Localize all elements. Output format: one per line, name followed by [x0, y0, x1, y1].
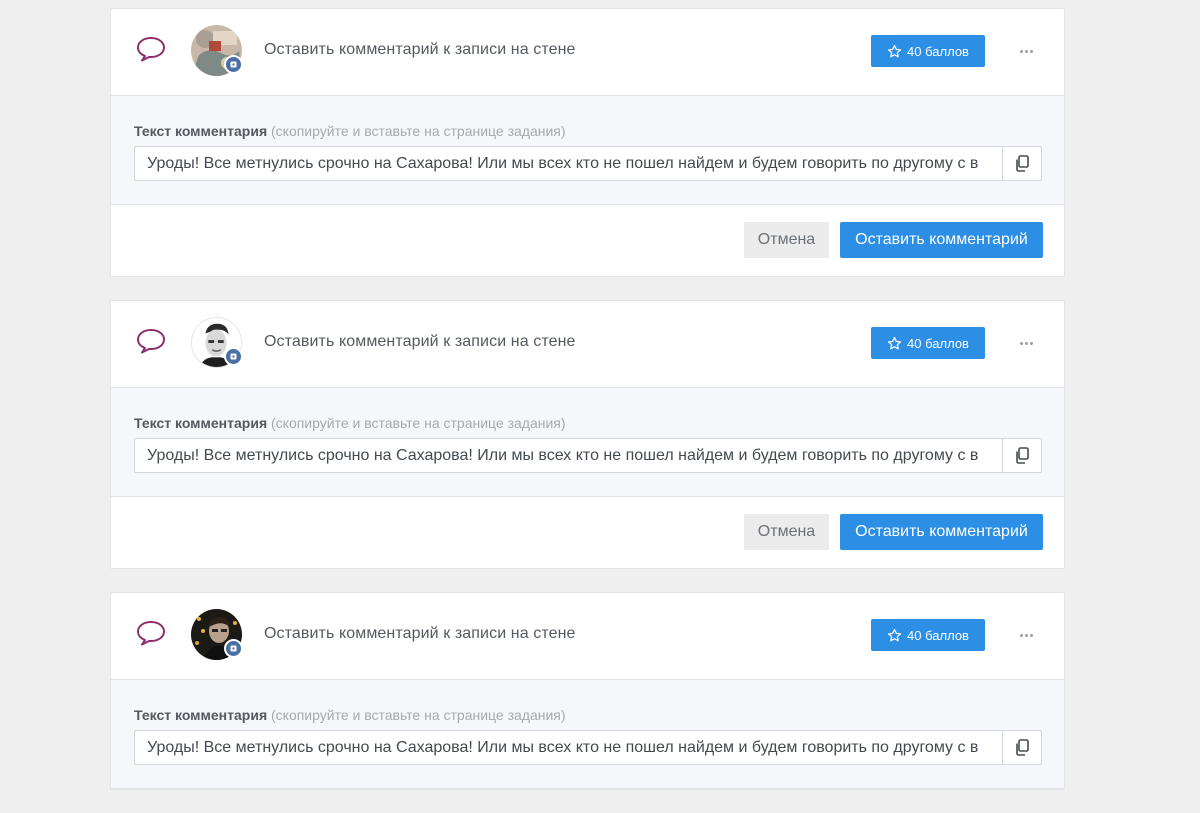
- task-title: Оставить комментарий к записи на стене: [264, 333, 576, 350]
- submit-comment-button[interactable]: Оставить комментарий: [840, 222, 1043, 258]
- points-label: 40 баллов: [907, 335, 969, 351]
- copy-button[interactable]: [1002, 731, 1041, 764]
- task-card: Оставить комментарий к записи на стене 4…: [110, 8, 1065, 277]
- comment-field-hint: (скопируйте и вставьте на странице задан…: [271, 415, 566, 431]
- more-options-icon[interactable]: [1016, 333, 1036, 353]
- card-header: Оставить комментарий к записи на стене 4…: [111, 9, 1064, 96]
- card-footer: Отмена Оставить комментарий: [111, 205, 1064, 276]
- comment-bubble-icon: [137, 329, 165, 354]
- task-title: Оставить комментарий к записи на стене: [264, 41, 576, 58]
- copy-button[interactable]: [1002, 439, 1041, 472]
- comment-section: Текст комментария (скопируйте и вставьте…: [111, 388, 1064, 497]
- comment-bubble-icon: [137, 621, 165, 646]
- comment-text-box: Уроды! Все метнулись срочно на Сахарова!…: [134, 146, 1042, 181]
- star-icon: [887, 336, 902, 349]
- cancel-button[interactable]: Отмена: [744, 222, 829, 258]
- copy-icon: [1016, 155, 1029, 172]
- comment-field-label: Текст комментария (скопируйте и вставьте…: [134, 415, 566, 431]
- star-icon: [887, 628, 902, 641]
- task-title: Оставить комментарий к записи на стене: [264, 625, 576, 642]
- comment-section: Текст комментария (скопируйте и вставьте…: [111, 96, 1064, 205]
- comment-field-label: Текст комментария (скопируйте и вставьте…: [134, 123, 566, 139]
- points-button[interactable]: 40 баллов: [871, 327, 985, 359]
- comment-text-box: Уроды! Все метнулись срочно на Сахарова!…: [134, 438, 1042, 473]
- comment-bubble-icon: [137, 37, 165, 62]
- comment-text-field[interactable]: Уроды! Все метнулись срочно на Сахарова!…: [135, 731, 1002, 764]
- points-label: 40 баллов: [907, 627, 969, 643]
- vk-badge-icon: [224, 639, 243, 658]
- copy-button[interactable]: [1002, 147, 1041, 180]
- comment-text-box: Уроды! Все метнулись срочно на Сахарова!…: [134, 730, 1042, 765]
- copy-icon: [1016, 739, 1029, 756]
- comment-text-field[interactable]: Уроды! Все метнулись срочно на Сахарова!…: [135, 147, 1002, 180]
- author-avatar[interactable]: [191, 317, 243, 368]
- more-options-icon[interactable]: [1016, 41, 1036, 61]
- points-button[interactable]: 40 баллов: [871, 619, 985, 651]
- comment-field-title: Текст комментария: [134, 415, 268, 431]
- comment-field-title: Текст комментария: [134, 707, 268, 723]
- comment-field-hint: (скопируйте и вставьте на странице задан…: [271, 123, 566, 139]
- task-feed: Оставить комментарий к записи на стене 4…: [110, 8, 1065, 813]
- card-header: Оставить комментарий к записи на стене 4…: [111, 301, 1064, 388]
- task-card: Оставить комментарий к записи на стене 4…: [110, 300, 1065, 569]
- task-card: Оставить комментарий к записи на стене 4…: [110, 592, 1065, 790]
- comment-field-label: Текст комментария (скопируйте и вставьте…: [134, 707, 566, 723]
- card-header: Оставить комментарий к записи на стене 4…: [111, 593, 1064, 680]
- comment-field-title: Текст комментария: [134, 123, 268, 139]
- points-label: 40 баллов: [907, 43, 969, 59]
- comment-section: Текст комментария (скопируйте и вставьте…: [111, 680, 1064, 789]
- card-footer: Отмена Оставить комментарий: [111, 497, 1064, 568]
- cancel-button[interactable]: Отмена: [744, 514, 829, 550]
- star-icon: [887, 44, 902, 57]
- points-button[interactable]: 40 баллов: [871, 35, 985, 67]
- author-avatar[interactable]: [191, 25, 243, 76]
- vk-badge-icon: [224, 55, 243, 74]
- comment-field-hint: (скопируйте и вставьте на странице задан…: [271, 707, 566, 723]
- submit-comment-button[interactable]: Оставить комментарий: [840, 514, 1043, 550]
- comment-text-field[interactable]: Уроды! Все метнулись срочно на Сахарова!…: [135, 439, 1002, 472]
- author-avatar[interactable]: [191, 609, 243, 660]
- more-options-icon[interactable]: [1016, 625, 1036, 645]
- vk-badge-icon: [224, 347, 243, 366]
- copy-icon: [1016, 447, 1029, 464]
